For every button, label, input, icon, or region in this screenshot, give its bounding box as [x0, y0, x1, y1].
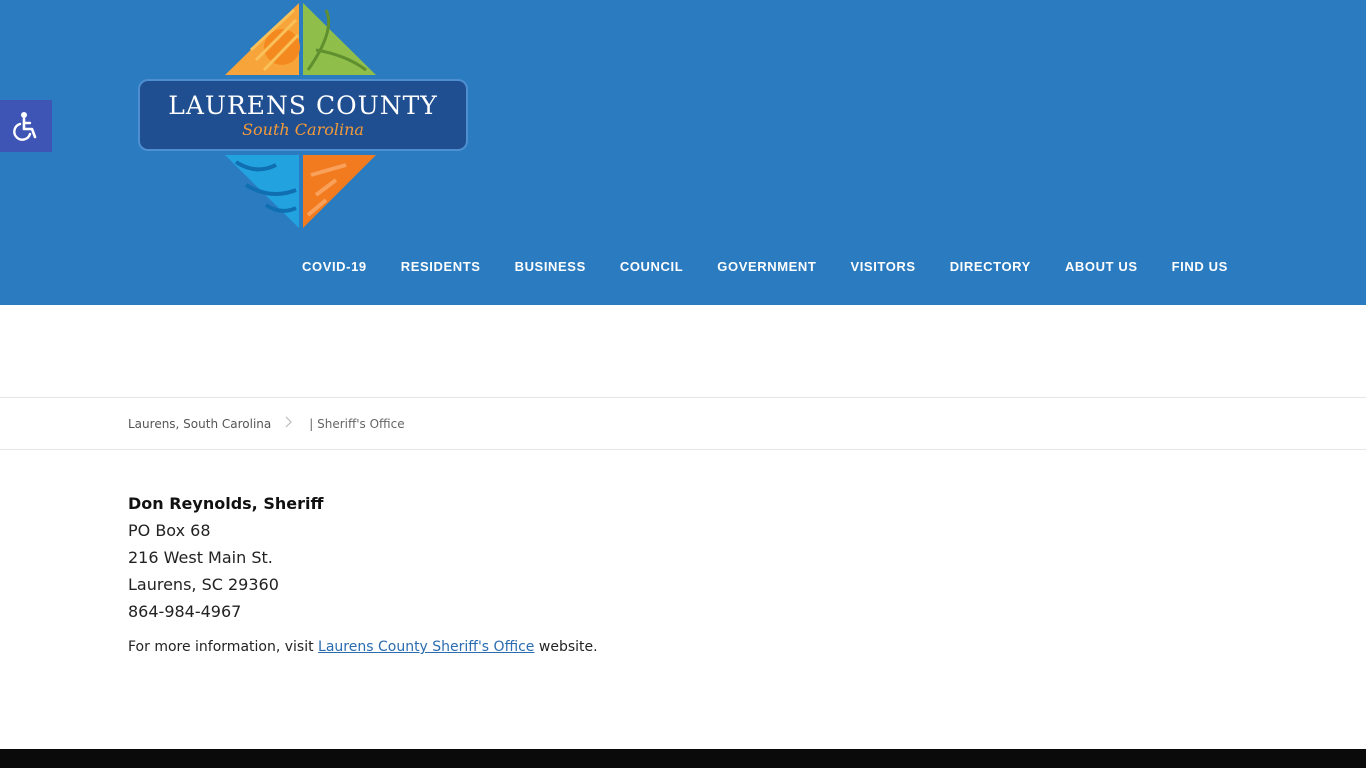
more-info-text: For more information, visit Laurens Coun… [128, 637, 1238, 657]
breadcrumb: Laurens, South Carolina | Sheriff's Offi… [128, 398, 405, 449]
contact-po-box: PO Box 68 [128, 521, 211, 540]
nav-item-find-us[interactable]: FIND US [1155, 250, 1245, 284]
logo-banner: LAURENS COUNTY South Carolina [138, 79, 468, 151]
site-logo[interactable]: LAURENS COUNTY South Carolina [136, 0, 470, 232]
more-info-suffix: website. [538, 639, 598, 655]
logo-title: LAURENS COUNTY [168, 90, 438, 120]
site-header: LAURENS COUNTY South Carolina COVID-19 R… [0, 0, 1366, 305]
wheelchair-icon [13, 112, 37, 141]
sheriff-office-link[interactable]: Laurens County Sheriff's Office [318, 639, 534, 655]
nav-item-business[interactable]: BUSINESS [498, 250, 603, 284]
nav-item-directory[interactable]: DIRECTORY [933, 250, 1048, 284]
breadcrumb-home-link[interactable]: Laurens, South Carolina [128, 417, 271, 431]
nav-item-visitors[interactable]: VISITORS [833, 250, 932, 284]
contact-street: 216 West Main St. [128, 548, 273, 567]
nav-item-residents[interactable]: RESIDENTS [384, 250, 498, 284]
breadcrumb-current: | Sheriff's Office [309, 416, 405, 431]
nav-item-covid-19[interactable]: COVID-19 [285, 250, 384, 284]
contact-phone: 864-984-4967 [128, 602, 242, 621]
more-info-prefix: For more information, visit [128, 639, 314, 655]
contact-city: Laurens, SC 29360 [128, 575, 279, 594]
nav-item-council[interactable]: COUNCIL [603, 250, 700, 284]
chevron-right-icon [285, 416, 293, 432]
breadcrumb-bar: Laurens, South Carolina | Sheriff's Offi… [0, 397, 1366, 450]
main-nav: COVID-19 RESIDENTS BUSINESS COUNCIL GOVE… [285, 250, 1245, 284]
nav-item-about-us[interactable]: ABOUT US [1048, 250, 1155, 284]
nav-item-government[interactable]: GOVERNMENT [700, 250, 833, 284]
main-content: Don Reynolds, Sheriff PO Box 68 216 West… [128, 490, 1238, 657]
logo-subtitle: South Carolina [242, 119, 364, 139]
contact-name: Don Reynolds, Sheriff [128, 494, 324, 513]
accessibility-toolbar-button[interactable] [0, 100, 52, 152]
site-footer [0, 749, 1366, 768]
